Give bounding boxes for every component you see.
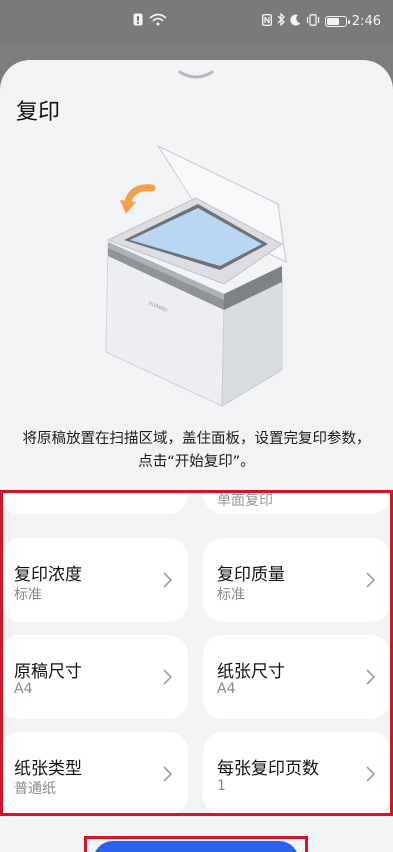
option-card-sides[interactable]: 单面复印	[203, 490, 391, 514]
option-card-partial-left[interactable]	[0, 490, 188, 514]
instruction-text: 将原稿放置在扫描区域，盖住面板，设置完复印参数，点击“开始复印”。	[22, 431, 371, 470]
nfc-icon	[261, 13, 272, 29]
option-label: 复印浓度	[14, 565, 82, 585]
copy-options-list[interactable]: 单面复印 复印浓度 标准 复印质量 标准 原稿尺寸 A4 纸张尺寸 A4 纸张类…	[0, 490, 393, 814]
chevron-right-icon	[163, 669, 172, 685]
bluetooth-icon	[277, 12, 285, 29]
option-label: 原稿尺寸	[14, 662, 82, 682]
notification-icon	[133, 13, 143, 30]
option-value: A4	[217, 681, 236, 697]
battery-icon	[324, 15, 350, 27]
option-label: 每张复印页数	[217, 759, 319, 779]
vibrate-icon	[306, 13, 320, 29]
chevron-right-icon	[163, 572, 172, 588]
option-pages-per-sheet[interactable]: 每张复印页数 1	[203, 732, 391, 814]
option-label: 复印质量	[217, 565, 285, 585]
hotspot-icon	[149, 13, 167, 30]
option-sides-value: 单面复印	[217, 493, 273, 509]
option-value: 普通纸	[14, 781, 56, 797]
option-original-size[interactable]: 原稿尺寸 A4	[0, 635, 188, 719]
status-time: 2:46	[351, 13, 381, 29]
option-paper-type[interactable]: 纸张类型 普通纸	[0, 732, 188, 814]
collapse-handle-icon[interactable]	[176, 66, 216, 84]
chevron-right-icon	[366, 572, 375, 588]
option-value: 标准	[14, 587, 42, 603]
start-copy-button[interactable]: 开始复印	[93, 841, 299, 852]
option-label: 纸张尺寸	[217, 662, 285, 682]
chevron-right-icon	[366, 669, 375, 685]
status-right-icons: 2:46	[261, 12, 381, 29]
copy-sheet: 复印 HUAWEI 将原稿放置在扫描区域，盖住面板，设置完复印参数，点击“开始复…	[0, 60, 393, 852]
chevron-right-icon	[163, 766, 172, 782]
option-value: 标准	[217, 587, 245, 603]
printer-illustration: HUAWEI	[96, 144, 296, 407]
option-copy-density[interactable]: 复印浓度 标准	[0, 538, 188, 622]
option-copy-quality[interactable]: 复印质量 标准	[203, 538, 391, 622]
option-value: A4	[14, 681, 33, 697]
status-bar: 2:46	[0, 0, 393, 44]
page-title: 复印	[16, 100, 61, 125]
option-paper-size[interactable]: 纸张尺寸 A4	[203, 635, 391, 719]
start-button-highlight-frame: 开始复印	[84, 836, 308, 852]
option-value: 1	[217, 778, 226, 794]
option-label: 纸张类型	[14, 759, 82, 779]
status-left-icons	[133, 13, 167, 30]
moon-icon	[290, 14, 301, 29]
chevron-right-icon	[366, 766, 375, 782]
